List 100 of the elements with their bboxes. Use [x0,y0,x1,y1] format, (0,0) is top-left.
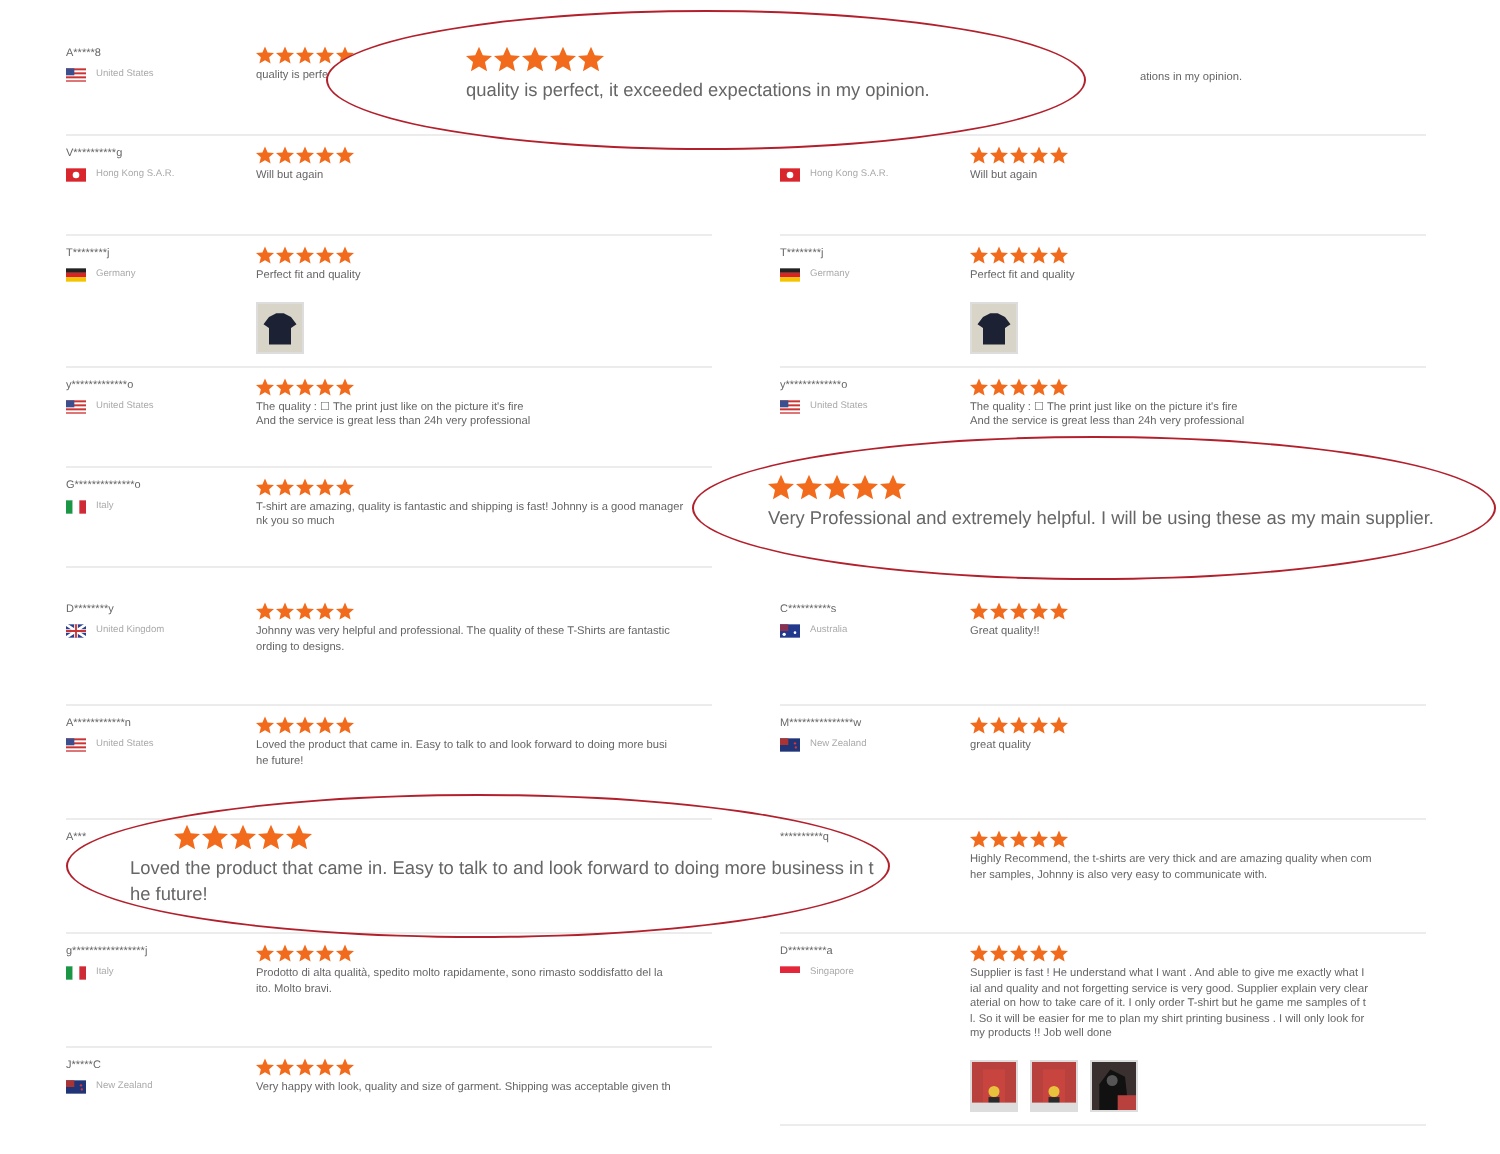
star-icon [852,474,878,500]
star-icon [1030,602,1048,620]
star-icon [316,1058,334,1076]
star-icon [316,716,334,734]
star-icon [970,246,988,264]
star-icon [494,46,520,72]
flag-icon [66,738,86,753]
star-icon [970,944,988,962]
flag-icon [66,499,86,514]
star-icon [990,830,1008,848]
star-icon [296,944,314,962]
callout-text: quality is perfect, it exceeded expectations in my opinion. [466,78,930,104]
star-icon [316,944,334,962]
star-icon [256,146,274,164]
star-icon [1050,944,1068,962]
flag-icon [66,168,86,183]
star-icon [296,716,314,734]
star-icon [1050,146,1068,164]
star-icon [1030,246,1048,264]
star-icon [202,824,228,850]
flag-icon [780,268,800,283]
star-icon [316,602,334,620]
callout-text: Very Professional and extremely helpful. I will be using these as my main supplier. [768,506,1434,532]
star-icon [1050,830,1068,848]
star-icon [990,602,1008,620]
star-icon [276,477,294,495]
star-icon [258,824,284,850]
flag-icon [66,68,86,83]
star-icon [296,377,314,395]
star-icon [286,824,312,850]
star-icon [276,716,294,734]
star-icon [256,602,274,620]
flag-icon [66,268,86,283]
star-icon [296,246,314,264]
star-icon [256,477,274,495]
star-icon [256,944,274,962]
star-icon [296,46,314,64]
star-icon [296,602,314,620]
star-icon [990,246,1008,264]
star-icon [1030,377,1048,395]
star-icon [316,246,334,264]
star-icon [336,477,354,495]
star-icon [970,716,988,734]
star-icon [230,824,256,850]
star-icon [276,46,294,64]
star-icon [296,146,314,164]
star-icon [970,377,988,395]
callout-text: Loved the product that came in. Easy to talk to and look forward to doing more business in t [130,856,874,882]
star-icon [1030,830,1048,848]
flag-icon [66,399,86,414]
star-icon [1050,602,1068,620]
star-icon [276,1058,294,1076]
star-icon [970,602,988,620]
star-icon [276,146,294,164]
star-icon [970,146,988,164]
star-icon [1010,944,1028,962]
star-icon [296,1058,314,1076]
flag-icon [780,168,800,183]
star-icon [1050,377,1068,395]
star-icon [336,716,354,734]
star-icon [796,474,822,500]
star-icon [1030,716,1048,734]
star-icon [1050,246,1068,264]
flag-icon [66,966,86,981]
star-icon [256,716,274,734]
star-icon [824,474,850,500]
star-icon [276,602,294,620]
flag-icon [780,399,800,414]
star-icon [466,46,492,72]
flag-icon [66,1080,86,1095]
star-icon [316,377,334,395]
star-icon [1010,377,1028,395]
star-icon [990,146,1008,164]
star-icon [578,46,604,72]
star-icon [316,146,334,164]
star-icon [276,944,294,962]
star-icon [336,602,354,620]
star-icon [276,246,294,264]
star-icon [1050,716,1068,734]
star-icon [336,377,354,395]
star-icon [256,1058,274,1076]
star-icon [1010,146,1028,164]
star-icon [1010,246,1028,264]
star-icon [1010,602,1028,620]
star-icon [522,46,548,72]
star-icon [316,46,334,64]
star-icon [336,1058,354,1076]
star-icon [336,146,354,164]
star-icon [990,716,1008,734]
star-icon [970,830,988,848]
star-icon [990,944,1008,962]
star-icon [768,474,794,500]
star-icon [256,377,274,395]
star-icon [174,824,200,850]
star-icon [336,944,354,962]
star-icon [336,246,354,264]
star-icon [880,474,906,500]
star-icon [1030,146,1048,164]
star-icon [256,246,274,264]
flag-icon [780,738,800,753]
